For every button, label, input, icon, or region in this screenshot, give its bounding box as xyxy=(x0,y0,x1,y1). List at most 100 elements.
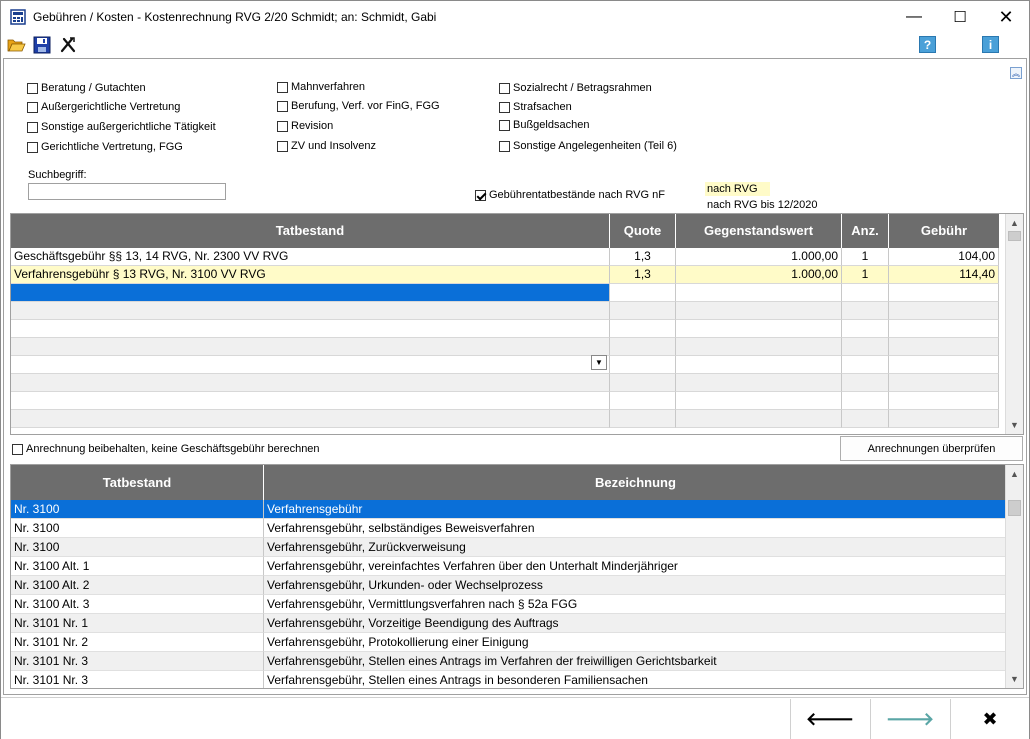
filter-rvg-nf[interactable]: Gebührentatbestände nach RVG nF xyxy=(475,189,665,201)
cell-bezeichnung: Verfahrensgebühr, Vermittlungsverfahren … xyxy=(264,595,1007,614)
empty-row[interactable] xyxy=(11,356,999,374)
checkbox-checked-icon[interactable] xyxy=(475,189,486,201)
arrow-right-icon: 🡒 xyxy=(885,708,935,729)
column-header-gegenstandswert[interactable]: Gegenstandswert xyxy=(676,214,842,248)
checkbox-icon[interactable] xyxy=(499,82,510,94)
fees-table-scrollbar[interactable]: ▲ ▼ xyxy=(1005,214,1023,434)
checkbox-icon[interactable] xyxy=(27,101,38,113)
maximize-button[interactable]: ☐ xyxy=(937,1,983,33)
checkbox-icon[interactable] xyxy=(27,121,38,133)
scroll-thumb[interactable] xyxy=(1008,500,1021,516)
checkbox-icon[interactable] xyxy=(499,119,510,131)
cell-gegenstandswert[interactable]: 1.000,00 xyxy=(676,248,842,266)
back-button[interactable]: 🡐 xyxy=(790,699,869,739)
checkbox-icon[interactable] xyxy=(12,443,23,455)
category-beratung[interactable]: Beratung / Gutachten xyxy=(27,82,146,94)
scroll-down-icon[interactable]: ▼ xyxy=(1006,670,1023,687)
checkbox-icon[interactable] xyxy=(499,101,510,113)
empty-row[interactable] xyxy=(11,374,999,392)
cell-gegenstandswert[interactable]: 1.000,00 xyxy=(676,266,842,284)
tatbestand-dropdown[interactable] xyxy=(11,284,610,302)
category-gerichtliche-vertretung[interactable]: Gerichtliche Vertretung, FGG xyxy=(27,141,183,153)
category-revision[interactable]: Revision xyxy=(277,120,333,132)
scroll-up-icon[interactable]: ▲ xyxy=(1006,214,1023,231)
category-zv-insolvenz[interactable]: ZV und Insolvenz xyxy=(277,140,376,152)
minimize-button[interactable]: — xyxy=(891,1,937,33)
empty-row[interactable] xyxy=(11,392,999,410)
scroll-up-icon[interactable]: ▲ xyxy=(1006,465,1023,482)
catalog-table-scrollbar[interactable]: ▲ ▼ xyxy=(1005,465,1023,688)
category-sozialrecht[interactable]: Sozialrecht / Betragsrahmen xyxy=(499,82,652,94)
cell-anzahl[interactable]: 1 xyxy=(842,248,889,266)
checkbox-icon[interactable] xyxy=(27,82,38,94)
save-icon[interactable] xyxy=(32,35,52,55)
checkbox-icon[interactable] xyxy=(277,140,288,152)
column-header-anzahl[interactable]: Anz. xyxy=(842,214,889,248)
list-item[interactable]: Nr. 3101 Nr. 2 Verfahrensgebühr, Protokol… xyxy=(11,633,1007,652)
category-sonstige-angelegenheiten[interactable]: Sonstige Angelegenheiten (Teil 6) xyxy=(499,140,677,152)
empty-row[interactable] xyxy=(11,320,999,338)
cell-anzahl[interactable] xyxy=(842,284,889,302)
column-header-tatbestand[interactable]: Tatbestand xyxy=(11,465,264,500)
checkbox-icon[interactable] xyxy=(277,100,288,112)
info-icon[interactable]: i xyxy=(982,36,999,53)
category-mahnverfahren[interactable]: Mahnverfahren xyxy=(277,81,365,93)
category-bussgeldsachen[interactable]: Bußgeldsachen xyxy=(499,119,589,131)
arrow-left-icon: 🡐 xyxy=(805,708,855,729)
list-item[interactable]: Nr. 3100 Verfahrensgebühr, Zurückverweisu… xyxy=(11,538,1007,557)
folder-open-icon[interactable] xyxy=(6,35,26,55)
category-berufung[interactable]: Berufung, Verf. vor FinG, FGG xyxy=(277,100,440,112)
new-entry-row[interactable]: ▼ xyxy=(11,284,999,370)
category-label: Mahnverfahren xyxy=(291,81,365,93)
checkbox-icon[interactable] xyxy=(27,141,38,153)
column-header-tatbestand[interactable]: Tatbestand xyxy=(11,214,610,248)
scroll-down-icon[interactable]: ▼ xyxy=(1006,416,1023,433)
collapse-up-icon[interactable]: ︽ xyxy=(1010,67,1022,79)
close-dialog-button[interactable]: ✖ xyxy=(950,699,1029,739)
category-strafsachen[interactable]: Strafsachen xyxy=(499,101,572,113)
cell-anzahl[interactable]: 1 xyxy=(842,266,889,284)
anrechnung-checkbox[interactable]: Anrechnung beibehalten, keine Geschäftsg… xyxy=(12,443,320,455)
list-item[interactable]: Nr. 3100 Alt. 3 Verfahrensgebühr, Vermitt… xyxy=(11,595,1007,614)
checkbox-icon[interactable] xyxy=(277,81,288,93)
forward-button[interactable]: 🡒 xyxy=(870,699,949,739)
cell-quote[interactable] xyxy=(610,284,676,302)
help-icon[interactable]: ? xyxy=(919,36,936,53)
empty-row[interactable] xyxy=(11,410,999,428)
list-item[interactable]: Nr. 3101 Nr. 1 Verfahrensgebühr, Vorzeiti… xyxy=(11,614,1007,633)
list-item[interactable]: Nr. 3101 Nr. 3 Verfahrensgebühr, Stellen … xyxy=(11,652,1007,671)
column-header-gebuehr[interactable]: Gebühr xyxy=(889,214,999,248)
list-item[interactable]: Nr. 3100 Verfahrensgebühr, selbständiges … xyxy=(11,519,1007,538)
category-aussergerichtliche-vertretung[interactable]: Außergerichtliche Vertretung xyxy=(27,101,180,113)
list-item[interactable]: Nr. 3100 Alt. 2 Verfahrensgebühr, Urkunde… xyxy=(11,576,1007,595)
column-header-bezeichnung[interactable]: Bezeichnung xyxy=(264,465,1007,500)
tools-cross-icon[interactable] xyxy=(58,35,78,55)
category-label: Sonstige außergerichtliche Tätigkeit xyxy=(41,121,216,133)
table-row[interactable]: Verfahrensgebühr § 13 RVG, Nr. 3100 VV R… xyxy=(11,266,999,284)
cell-bezeichnung: Verfahrensgebühr xyxy=(264,500,1007,519)
empty-row[interactable] xyxy=(11,302,999,320)
checkbox-icon[interactable] xyxy=(277,120,288,132)
column-header-quote[interactable]: Quote xyxy=(610,214,676,248)
list-item[interactable]: Nr. 3101 Nr. 3 Verfahrensgebühr, Stellen … xyxy=(11,671,1007,688)
cell-tatbestand: Nr. 3100 xyxy=(11,500,264,519)
cell-quote[interactable]: 1,3 xyxy=(610,266,676,284)
cell-gegenstandswert[interactable] xyxy=(676,284,842,302)
table-row[interactable]: Geschäftsgebühr §§ 13, 14 RVG, Nr. 2300 … xyxy=(11,248,999,266)
cell-bezeichnung: Verfahrensgebühr, vereinfachtes Verfahre… xyxy=(264,557,1007,576)
window-title: Gebühren / Kosten - Kostenrechnung RVG 2… xyxy=(33,10,437,24)
list-item[interactable]: Nr. 3100 Verfahrensgebühr xyxy=(11,500,1007,519)
category-sonstige-aussergerichtlich[interactable]: Sonstige außergerichtliche Tätigkeit xyxy=(27,121,216,133)
scroll-thumb[interactable] xyxy=(1008,231,1021,241)
checkbox-icon[interactable] xyxy=(499,140,510,152)
empty-row[interactable] xyxy=(11,338,999,356)
category-label: Bußgeldsachen xyxy=(513,119,590,131)
cell-bezeichnung: Verfahrensgebühr, Stellen eines Antrags … xyxy=(264,671,1007,688)
check-anrechnungen-button[interactable]: Anrechnungen überprüfen xyxy=(840,436,1023,461)
search-input[interactable] xyxy=(28,183,226,200)
cell-quote[interactable]: 1,3 xyxy=(610,248,676,266)
cell-tatbestand: Nr. 3101 Nr. 3 xyxy=(11,652,264,671)
list-item[interactable]: Nr. 3100 Alt. 1 Verfahrensgebühr, vereinf… xyxy=(11,557,1007,576)
close-window-button[interactable]: ✕ xyxy=(983,1,1029,33)
chevron-down-icon[interactable]: ▼ xyxy=(591,355,607,370)
